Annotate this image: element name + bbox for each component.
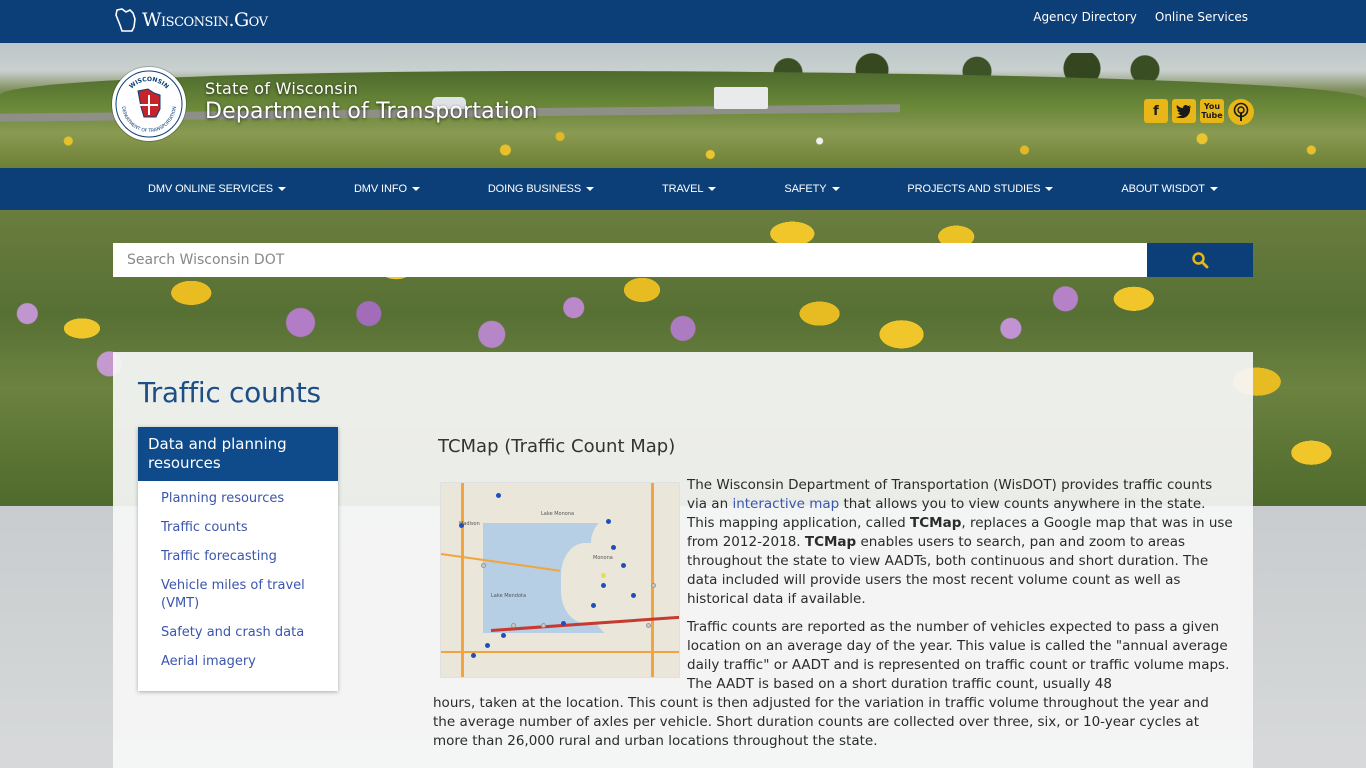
- nav-label: TRAVEL: [662, 183, 704, 195]
- nav-safety[interactable]: SAFETY: [754, 183, 869, 195]
- wisdot-seal-logo[interactable]: WISCONSIN DEPARTMENT OF TRANSPORTATION: [112, 67, 186, 141]
- wisconsin-gov-text: Wisconsin.Gov: [142, 9, 268, 31]
- top-bar: Wisconsin.Gov Agency Directory Online Se…: [0, 0, 1366, 43]
- caret-down-icon: [708, 187, 717, 192]
- search-button[interactable]: [1147, 243, 1253, 277]
- nav-doing-business[interactable]: DOING BUSINESS: [458, 183, 624, 195]
- section-title: TCMap (Traffic Count Map): [438, 436, 676, 457]
- map-label-lake-mendota: Lake Mendota: [491, 593, 527, 599]
- sidebar: Data and planning resources Planning res…: [138, 427, 338, 691]
- map-label-monona: Monona: [593, 555, 613, 561]
- content-panel: Traffic counts Data and planning resourc…: [113, 352, 1253, 768]
- wisconsin-gov-logo[interactable]: Wisconsin.Gov: [114, 5, 268, 35]
- sidebar-item-traffic-counts[interactable]: Traffic counts: [161, 519, 338, 537]
- sidebar-item-planning-resources[interactable]: Planning resources: [161, 490, 338, 508]
- twitter-icon[interactable]: [1172, 99, 1196, 123]
- interactive-map-link[interactable]: interactive map: [732, 496, 839, 512]
- nav-about-wisdot[interactable]: ABOUT WISDOT: [1091, 183, 1248, 195]
- caret-down-icon: [278, 187, 287, 192]
- nav-label: DOING BUSINESS: [487, 183, 582, 195]
- map-label-madison: Madison: [459, 521, 480, 527]
- social-links: f You Tube: [1144, 99, 1254, 125]
- top-links: Agency Directory Online Services: [1033, 10, 1248, 24]
- tcmap-bold-1: TCMap: [910, 515, 962, 531]
- sidebar-item-traffic-forecasting[interactable]: Traffic forecasting: [161, 548, 338, 566]
- site-search: [113, 243, 1253, 277]
- tcmap-thumbnail[interactable]: Madison Lake Monona Monona Lake Mendota: [440, 482, 680, 678]
- nav-dmv-info[interactable]: DMV INFO: [324, 183, 450, 195]
- sidebar-item-safety-crash-data[interactable]: Safety and crash data: [161, 624, 338, 642]
- department-title: State of Wisconsin Department of Transpo…: [205, 79, 538, 124]
- nav-dmv-online-services[interactable]: DMV ONLINE SERVICES: [118, 183, 316, 195]
- state-name: State of Wisconsin: [205, 79, 359, 98]
- sidebar-item-aerial-imagery[interactable]: Aerial imagery: [161, 653, 338, 671]
- caret-down-icon: [1209, 187, 1218, 192]
- main-content: TCMap (Traffic Count Map) Madison Lake M…: [433, 436, 1233, 749]
- nav-label: PROJECTS AND STUDIES: [907, 183, 1041, 195]
- caret-down-icon: [411, 187, 420, 192]
- banner-truck: [714, 87, 768, 109]
- page-title: Traffic counts: [138, 376, 321, 409]
- main-nav: DMV ONLINE SERVICES DMV INFO DOING BUSIN…: [0, 168, 1366, 210]
- intro-paragraph: The Wisconsin Department of Transportati…: [687, 476, 1233, 609]
- nav-label: ABOUT WISDOT: [1121, 183, 1205, 195]
- facebook-icon[interactable]: f: [1144, 99, 1168, 123]
- wisconsin-state-icon: [115, 8, 136, 32]
- nav-label: SAFETY: [784, 183, 827, 195]
- aadt-paragraph-continued: hours, taken at the location. This count…: [433, 695, 1209, 749]
- agency-directory-link[interactable]: Agency Directory: [1033, 10, 1137, 24]
- department-name: Department of Transportation: [205, 99, 538, 124]
- search-icon: [1192, 252, 1209, 269]
- youtube-icon[interactable]: You Tube: [1200, 99, 1224, 123]
- tcmap-bold-2: TCMap: [804, 534, 857, 550]
- map-label-lake-monona: Lake Monona: [541, 511, 575, 517]
- caret-down-icon: [586, 187, 595, 192]
- nav-label: DMV INFO: [353, 183, 407, 195]
- nav-label: DMV ONLINE SERVICES: [148, 183, 274, 195]
- caret-down-icon: [831, 187, 840, 192]
- search-input[interactable]: [113, 243, 1147, 277]
- online-services-link[interactable]: Online Services: [1155, 10, 1248, 24]
- banner-flowers: [0, 123, 1366, 168]
- sidebar-heading: Data and planning resources: [138, 427, 338, 481]
- caret-down-icon: [1045, 187, 1054, 192]
- sidebar-item-vmt[interactable]: Vehicle miles of travel (VMT): [161, 577, 338, 613]
- aadt-paragraph: Traffic counts are reported as the numbe…: [687, 619, 1230, 692]
- podcast-icon[interactable]: [1228, 99, 1254, 125]
- header-banner: WISCONSIN DEPARTMENT OF TRANSPORTATION S…: [0, 43, 1366, 168]
- wisdot-seal-icon: WISCONSIN DEPARTMENT OF TRANSPORTATION: [115, 70, 183, 138]
- nav-projects-and-studies[interactable]: PROJECTS AND STUDIES: [877, 183, 1083, 195]
- nav-travel[interactable]: TRAVEL: [632, 183, 746, 195]
